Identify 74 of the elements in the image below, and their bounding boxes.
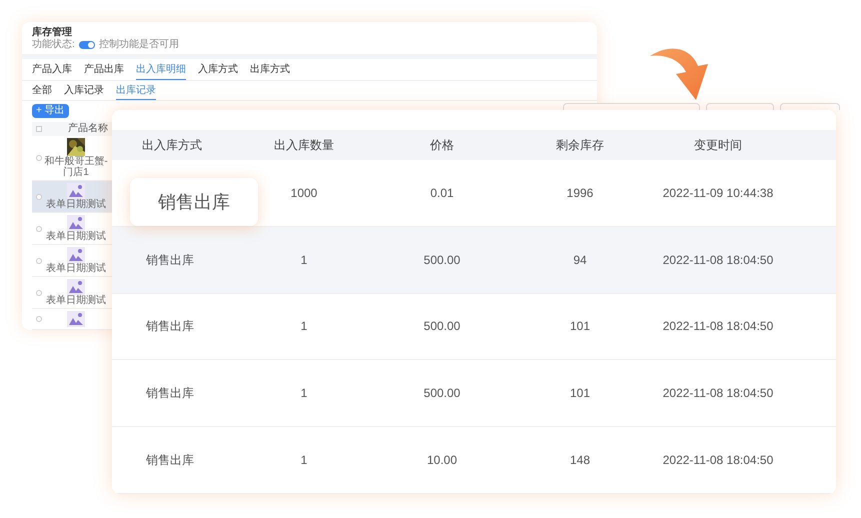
table-cell-text: 2022-11-08 18:04:50 [662, 252, 774, 269]
table-cell-text: 2022-11-08 18:04:50 [662, 318, 774, 336]
table-cell-text: 500.00 [422, 252, 462, 269]
table-cell-text: 10.00 [426, 452, 458, 470]
sub-tab[interactable]: 全部 [32, 84, 52, 100]
table-cell-text: 销售出库 [145, 318, 195, 336]
table-cell-text: 1 [300, 318, 308, 336]
checkbox[interactable] [36, 258, 42, 264]
table-cell-text: 销售出库 [145, 385, 195, 402]
image-placeholder-icon [67, 279, 85, 295]
column-header: 价格 [429, 136, 455, 154]
image-placeholder-icon [67, 247, 85, 263]
column-header: 出入库数量 [273, 136, 335, 154]
tab[interactable]: 入库方式 [198, 63, 238, 80]
tab[interactable]: 产品出库 [84, 63, 124, 80]
image-placeholder-icon [67, 311, 85, 327]
checkbox[interactable] [36, 316, 42, 322]
checkbox[interactable] [36, 155, 42, 161]
filter-field[interactable] [563, 103, 700, 110]
image-placeholder-icon [67, 215, 85, 231]
product-name: 表单日期测试 [45, 231, 107, 242]
table-row[interactable]: 销售出库 1 10.00 148 2022-11-08 18:04:50 [112, 427, 836, 494]
product-name: 表单日期测试 [45, 295, 107, 306]
checkbox[interactable] [36, 194, 42, 200]
status-hint: 控制功能是否可用 [98, 39, 179, 51]
table-cell-text: 500.00 [422, 385, 462, 402]
table-cell-text: 101 [568, 318, 592, 336]
table-cell-text: 500.00 [422, 318, 462, 336]
table-cell-text: 1 [300, 252, 308, 269]
image-placeholder-icon [67, 183, 85, 199]
filter-field[interactable] [706, 103, 774, 110]
checkbox[interactable] [36, 126, 42, 132]
table-cell-text: 1996 [566, 184, 594, 202]
tab[interactable]: 产品入库 [32, 63, 72, 80]
toggle-switch[interactable] [78, 41, 95, 49]
table-cell-text: 94 [572, 252, 588, 269]
tab[interactable]: 出库方式 [250, 63, 290, 80]
tab[interactable]: 出入库明细 [136, 63, 186, 80]
table-row[interactable]: 销售出库 1 500.00 94 2022-11-08 18:04:50 [112, 226, 836, 294]
table-row[interactable]: 和牛般哥王蟹-门店1 [32, 136, 112, 181]
table-cell-text: 0.01 [429, 184, 455, 202]
column-header: 变更时间 [693, 136, 743, 154]
column-header: 产品名称 [68, 123, 108, 135]
column-header: 出入库方式 [141, 136, 203, 154]
product-name: 和牛般哥王蟹-门店1 [44, 156, 108, 178]
table-row[interactable]: 表单日期测试 [32, 245, 112, 277]
table-row[interactable] [32, 309, 112, 330]
table-row[interactable]: 表单日期测试 [32, 213, 112, 245]
table-cell-text: 1000 [290, 184, 318, 202]
table-cell-text: 1 [300, 385, 308, 402]
table-cell-text: 销售出库 [145, 452, 195, 470]
checkbox[interactable] [36, 290, 42, 296]
table-cell-text: 2022-11-09 10:44:38 [662, 184, 774, 202]
sub-tab[interactable]: 出库记录 [116, 84, 156, 100]
product-name: 表单日期测试 [45, 199, 107, 210]
table-cell-text: 2022-11-08 18:04:50 [662, 452, 774, 470]
sub-tab[interactable]: 入库记录 [64, 84, 104, 100]
table-row[interactable]: 表单日期测试 [32, 277, 112, 309]
table-cell-text: 148 [568, 452, 592, 470]
table-cell-text: 销售出库 [145, 252, 195, 269]
table-cell-text: 2022-11-08 18:04:50 [662, 385, 774, 402]
table-row[interactable]: 销售出库 1 500.00 101 2022-11-08 18:04:50 [112, 360, 836, 428]
table-cell-text: 101 [568, 385, 592, 402]
checkbox[interactable] [36, 226, 42, 232]
window-title: 库存管理 [32, 26, 73, 38]
status-label: 功能状态: [32, 39, 75, 51]
filter-field[interactable] [780, 103, 840, 110]
table-row[interactable]: 销售出库 1 500.00 101 2022-11-08 18:04:50 [112, 294, 836, 360]
export-button[interactable]: + 导出 [32, 104, 69, 118]
table-cell-text: 1 [300, 452, 308, 470]
callout-tooltip: 销售出库 [130, 178, 258, 226]
column-header: 剩余库存 [555, 136, 605, 154]
product-name: 表单日期测试 [45, 263, 107, 274]
table-row[interactable]: 表单日期测试 [32, 181, 112, 213]
